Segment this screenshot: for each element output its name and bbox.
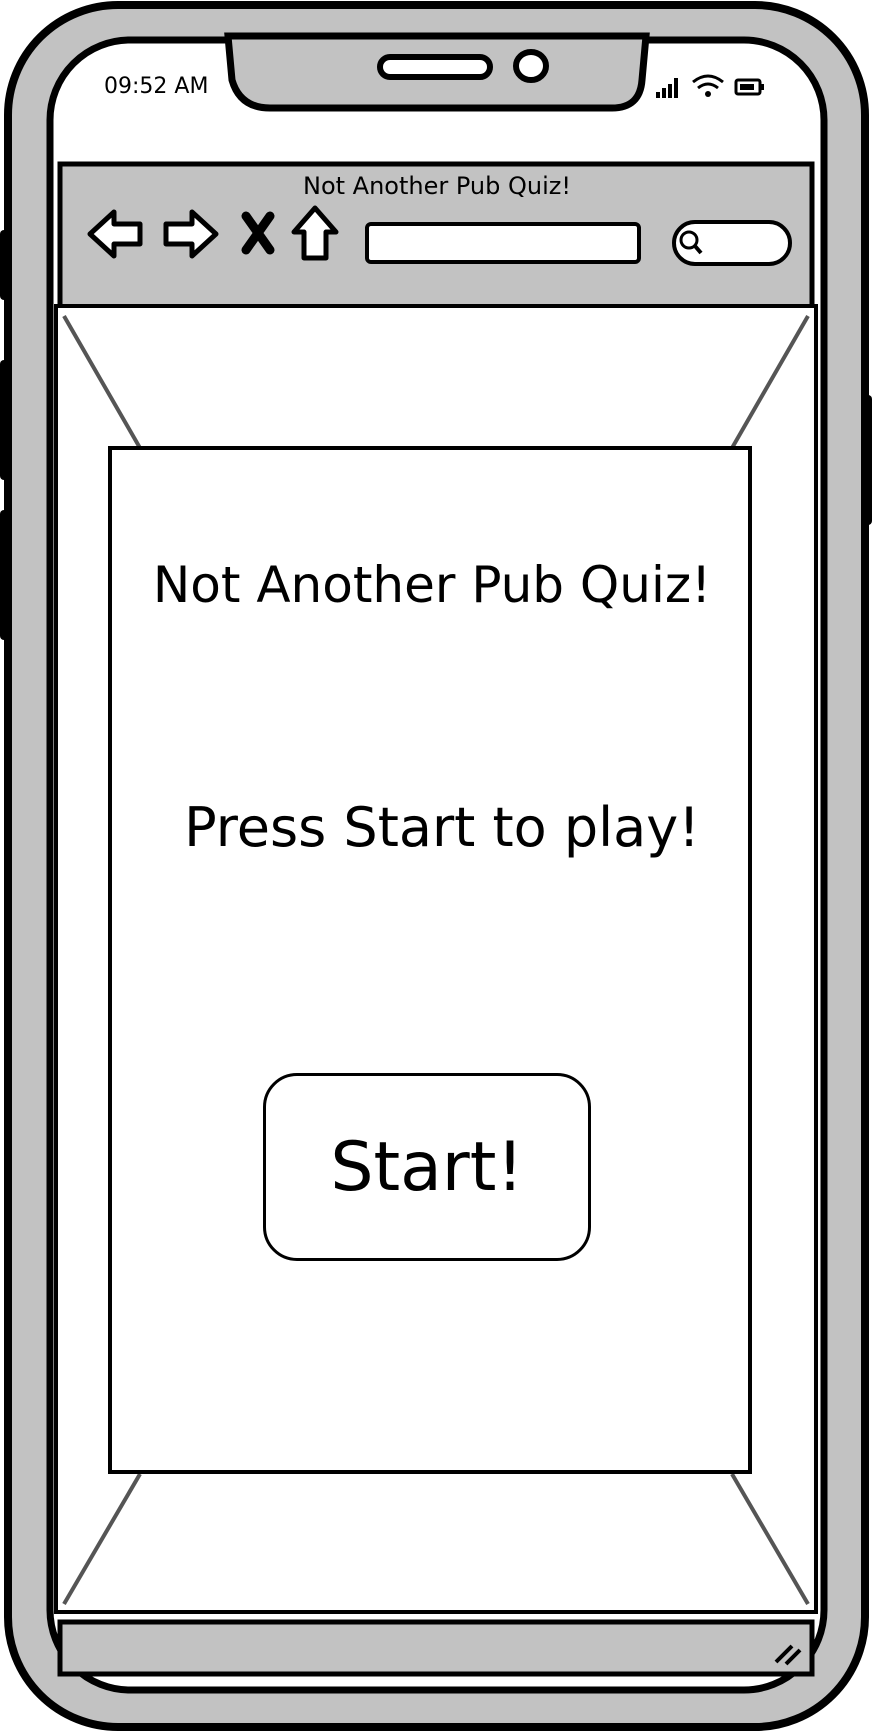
- play-prompt: Press Start to play!: [184, 796, 700, 859]
- speaker-grille: [377, 54, 493, 80]
- search-input[interactable]: [680, 222, 792, 264]
- page-title: Not Another Pub Quiz!: [152, 556, 712, 614]
- forward-arrow-icon: [163, 209, 219, 259]
- home-icon: [291, 205, 339, 261]
- stop-button[interactable]: [240, 210, 276, 256]
- home-button[interactable]: [290, 204, 340, 262]
- bottom-bar: [57, 1619, 815, 1677]
- back-button[interactable]: [86, 206, 146, 262]
- close-icon: [241, 211, 275, 255]
- url-input[interactable]: [367, 222, 641, 264]
- start-button[interactable]: Start!: [263, 1073, 591, 1261]
- forward-button[interactable]: [160, 206, 220, 262]
- browser-title: Not Another Pub Quiz!: [303, 172, 571, 200]
- front-camera: [513, 49, 549, 83]
- status-bar-time: 09:52 AM: [104, 74, 209, 99]
- back-arrow-icon: [87, 209, 143, 259]
